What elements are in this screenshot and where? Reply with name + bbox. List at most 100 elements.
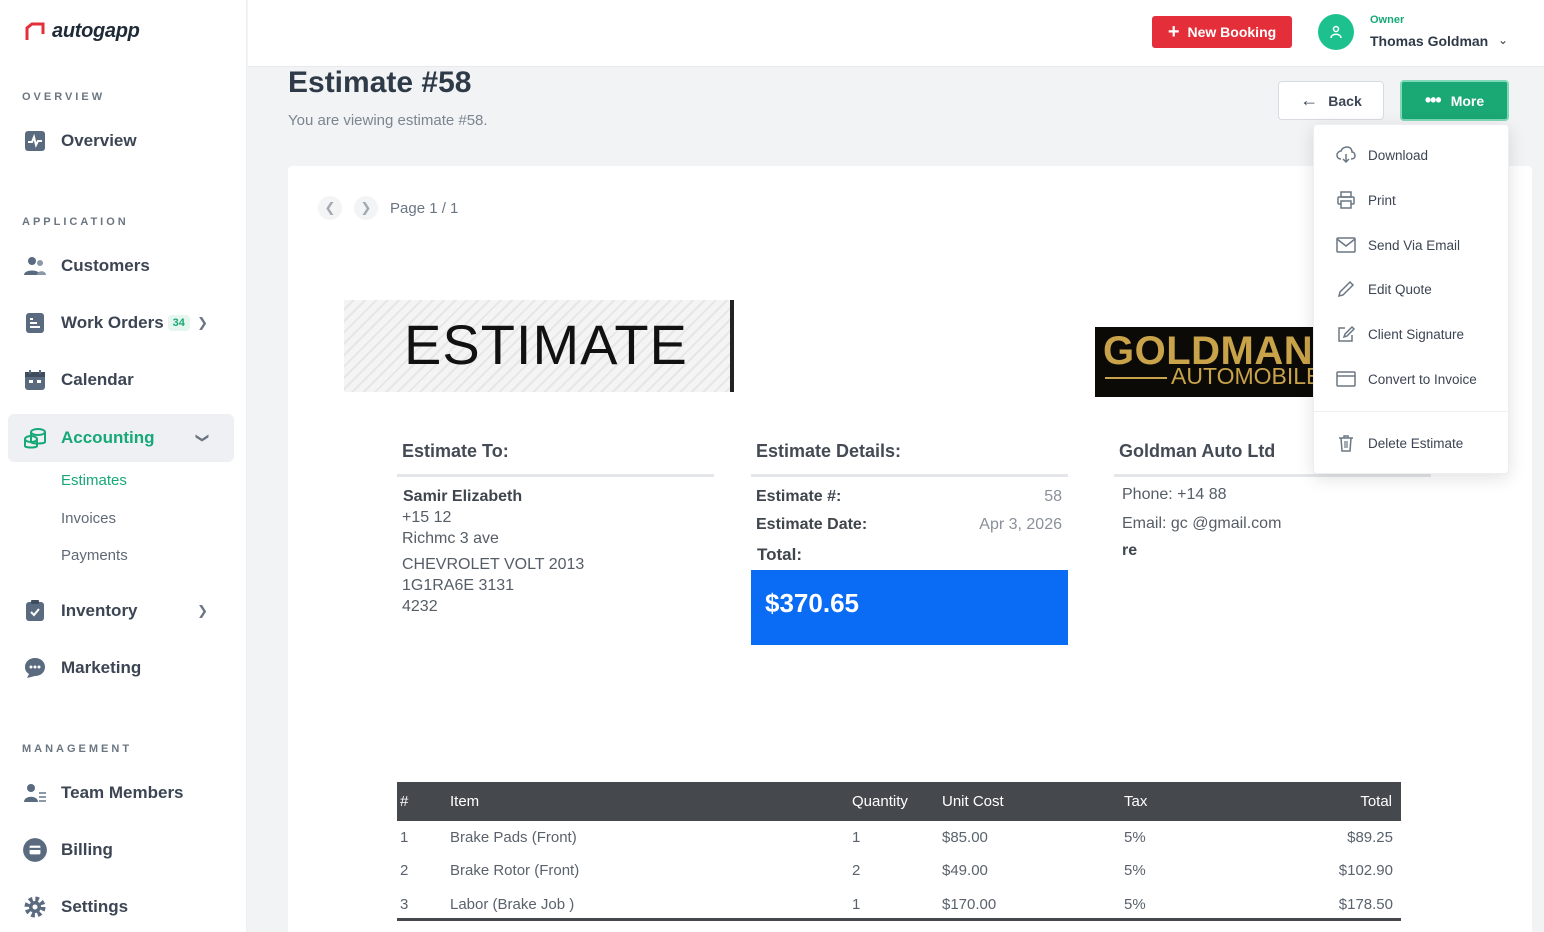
menu-item-client-signature[interactable]: Client Signature xyxy=(1314,314,1510,354)
pencil-icon xyxy=(1337,280,1355,298)
cell-tax: 5% xyxy=(1124,862,1146,879)
sidebar-item-label: Billing xyxy=(61,840,113,859)
cell-number: 1 xyxy=(400,829,409,846)
page-subtitle: You are viewing estimate #58. xyxy=(288,112,488,129)
sidebar-item-calendar[interactable]: Calendar xyxy=(8,356,234,404)
back-label: Back xyxy=(1328,92,1362,109)
new-booking-button[interactable]: + New Booking xyxy=(1152,16,1292,48)
banner-divider xyxy=(730,300,734,392)
sidebar-item-label: Calendar xyxy=(61,370,134,389)
estimate-details-heading: Estimate Details: xyxy=(756,441,902,461)
prev-page-button[interactable]: ❮ xyxy=(318,196,342,220)
cell-item: Labor (Brake Job ) xyxy=(450,896,575,913)
mail-icon xyxy=(1336,237,1356,253)
printer-icon xyxy=(1337,191,1355,209)
menu-item-download[interactable]: Download xyxy=(1314,135,1510,175)
sidebar-item-label: Customers xyxy=(61,256,150,275)
cell-unit-cost: $85.00 xyxy=(942,829,988,846)
user-icon xyxy=(1330,25,1342,39)
owner-name[interactable]: Thomas Goldman xyxy=(1370,33,1488,49)
table-row: 2 Brake Rotor (Front) 2 $49.00 5% $102.9… xyxy=(397,855,1401,888)
sidebar-item-inventory[interactable]: Inventory ❯ xyxy=(8,587,234,635)
sidebar-item-team-members[interactable]: Team Members xyxy=(8,769,234,817)
menu-item-edit-quote[interactable]: Edit Quote xyxy=(1314,269,1510,309)
section-application: APPLICATION xyxy=(22,216,129,228)
logo-mark-icon xyxy=(25,22,45,40)
sidebar-item-label: Accounting xyxy=(61,428,155,447)
cell-quantity: 1 xyxy=(852,896,861,913)
section-overview: OVERVIEW xyxy=(22,91,106,103)
estimate-number-label: Estimate #: xyxy=(756,488,842,505)
avatar[interactable] xyxy=(1318,14,1354,50)
cell-unit-cost: $49.00 xyxy=(942,862,988,879)
table-bottom-rule xyxy=(397,918,1401,921)
top-bar: + New Booking Owner Thomas Goldman ⌄ xyxy=(248,0,1544,67)
more-label: More xyxy=(1450,92,1485,109)
col-header-number: # xyxy=(400,793,409,810)
more-actions-menu: Download Print Send Via Email Edit Quote… xyxy=(1313,124,1510,474)
total-label: Total: xyxy=(757,545,803,564)
estimate-to-heading: Estimate To: xyxy=(402,441,509,461)
window-icon xyxy=(1336,371,1356,387)
gear-icon xyxy=(22,894,48,920)
company-extra: re xyxy=(1122,542,1138,559)
estimate-date-label: Estimate Date: xyxy=(756,516,868,533)
app-logo[interactable]: autogapp xyxy=(24,20,140,43)
chat-bubble-icon xyxy=(22,655,48,681)
owner-role: Owner xyxy=(1370,14,1405,26)
sidebar-subitem-payments[interactable]: Payments xyxy=(61,547,128,564)
menu-item-delete-estimate[interactable]: Delete Estimate xyxy=(1314,423,1510,463)
page-indicator: Page 1 / 1 xyxy=(390,199,459,217)
user-list-icon xyxy=(22,780,48,806)
work-orders-count-badge: 34 xyxy=(167,315,190,331)
sidebar-subitem-invoices[interactable]: Invoices xyxy=(61,510,116,527)
sidebar-item-overview[interactable]: Overview xyxy=(8,117,234,165)
next-page-button[interactable]: ❯ xyxy=(354,196,378,220)
back-button[interactable]: ← Back xyxy=(1278,81,1384,120)
items-table-header: # Item Quantity Unit Cost Tax Total xyxy=(397,782,1401,821)
cell-number: 2 xyxy=(400,862,409,879)
cell-quantity: 1 xyxy=(852,829,861,846)
cell-total: $178.50 xyxy=(1338,896,1393,913)
estimate-banner-text: ESTIMATE xyxy=(404,313,688,376)
menu-item-convert-invoice[interactable]: Convert to Invoice xyxy=(1314,359,1510,399)
plus-icon: + xyxy=(1167,21,1180,43)
col-header-item: Item xyxy=(450,793,480,810)
company-logo: GOLDMANN AUTOMOBILE xyxy=(1095,327,1313,397)
more-button[interactable]: ••• More xyxy=(1400,80,1509,121)
sidebar-item-accounting[interactable]: Accounting ❯ xyxy=(8,414,234,462)
estimate-details-rule xyxy=(751,474,1068,477)
estimate-to-rule xyxy=(397,474,714,477)
menu-item-label: Download xyxy=(1368,147,1429,163)
sidebar-item-work-orders[interactable]: Work Orders 34 ❯ xyxy=(8,299,234,347)
menu-item-label: Send Via Email xyxy=(1368,237,1461,253)
cell-item: Brake Rotor (Front) xyxy=(450,862,580,879)
clipboard-check-icon xyxy=(22,598,48,624)
company-rule xyxy=(1114,474,1431,477)
calendar-icon xyxy=(22,367,48,393)
customer-phone: +15 12 xyxy=(402,509,452,526)
cell-total: $102.90 xyxy=(1338,862,1393,879)
menu-item-label: Edit Quote xyxy=(1368,281,1432,297)
menu-item-label: Client Signature xyxy=(1368,326,1465,342)
company-logo-rule xyxy=(1105,377,1167,379)
menu-item-send-email[interactable]: Send Via Email xyxy=(1314,225,1510,265)
logo-text: autogapp xyxy=(52,20,140,42)
trash-icon xyxy=(1339,435,1353,452)
estimate-number-value: 58 xyxy=(1044,488,1062,505)
wallet-icon xyxy=(22,837,48,863)
chevron-down-icon[interactable]: ⌄ xyxy=(1498,33,1508,47)
chevron-right-icon: ❯ xyxy=(197,315,208,330)
sidebar-item-marketing[interactable]: Marketing xyxy=(8,644,234,692)
sidebar-item-settings[interactable]: Settings xyxy=(8,883,234,931)
customer-name: Samir Elizabeth xyxy=(403,488,523,505)
menu-item-print[interactable]: Print xyxy=(1314,180,1510,220)
edit-square-icon xyxy=(1338,325,1356,342)
menu-item-label: Print xyxy=(1368,192,1396,208)
customer-address: Richmc 3 ave xyxy=(402,530,499,547)
sidebar-item-label: Inventory xyxy=(61,601,138,620)
sidebar-item-billing[interactable]: Billing xyxy=(8,826,234,874)
col-header-unit-cost: Unit Cost xyxy=(942,793,1004,810)
sidebar-subitem-estimates[interactable]: Estimates xyxy=(61,472,127,489)
sidebar-item-customers[interactable]: Customers xyxy=(8,242,234,290)
